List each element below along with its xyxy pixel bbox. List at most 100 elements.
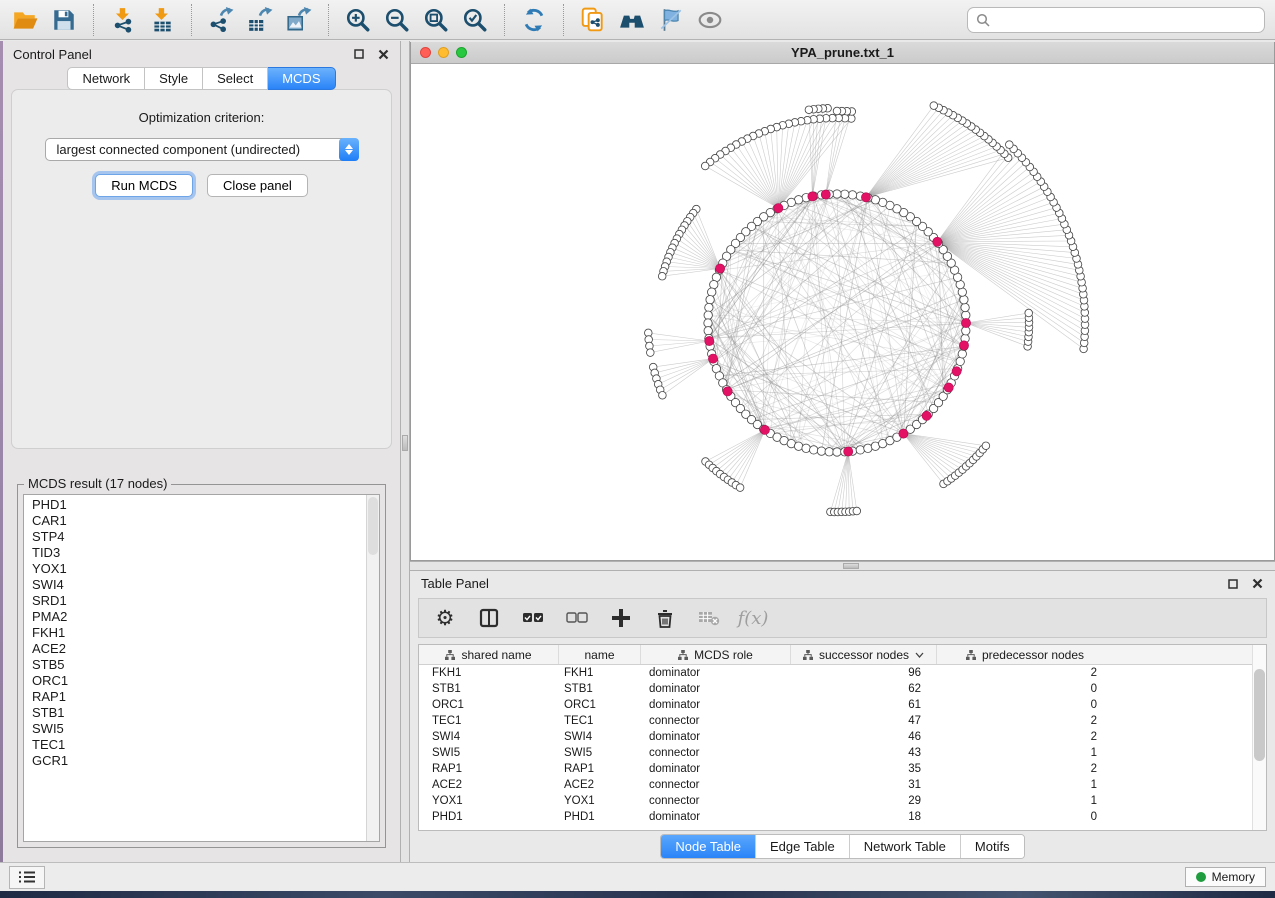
open-session-icon[interactable] [10,5,40,35]
save-session-icon[interactable] [49,5,79,35]
refresh-icon[interactable] [519,5,549,35]
splitter-grip[interactable] [402,435,408,451]
mcds-result-item[interactable]: STB5 [32,657,367,673]
search-input[interactable] [996,11,1256,28]
cell-mcds_role: dominator [641,683,791,695]
table-row[interactable]: YOX1YOX1connector291 [419,793,1266,809]
horizontal-splitter[interactable] [410,561,1275,571]
export-image-icon[interactable] [284,5,314,35]
preview-eye-icon[interactable] [695,5,725,35]
close-panel-icon[interactable] [376,47,390,61]
table-row[interactable]: SWI5SWI5connector431 [419,745,1266,761]
mcds-result-item[interactable]: FKH1 [32,625,367,641]
mcds-result-item[interactable]: STB1 [32,705,367,721]
clone-network-icon[interactable] [578,5,608,35]
tab-edge-table[interactable]: Edge Table [755,835,849,858]
mcds-result-item[interactable]: ORC1 [32,673,367,689]
mcds-result-item[interactable]: YOX1 [32,561,367,577]
splitter-grip[interactable] [843,563,859,569]
zoom-selected-icon[interactable] [460,5,490,35]
search-network-icon[interactable] [617,5,647,35]
tab-mcds[interactable]: MCDS [268,67,335,90]
table-row[interactable]: RAP1RAP1dominator352 [419,761,1266,777]
mcds-result-items: PHD1CAR1STP4TID3YOX1SWI4SRD1PMA2FKH1ACE2… [24,497,367,841]
zoom-in-icon[interactable] [343,5,373,35]
vertical-splitter[interactable] [400,41,410,862]
style-visibility-icon[interactable] [656,5,686,35]
settings-gear-icon[interactable]: ⚙ [433,606,457,630]
mcds-result-item[interactable]: SRD1 [32,593,367,609]
close-panel-button[interactable]: Close panel [207,174,308,197]
close-panel-icon[interactable] [1250,577,1264,591]
column-header-MCDS-role[interactable]: MCDS role [641,645,791,664]
mcds-result-item[interactable]: RAP1 [32,689,367,705]
mcds-result-item[interactable]: TEC1 [32,737,367,753]
mcds-result-item[interactable]: PMA2 [32,609,367,625]
memory-button[interactable]: Memory [1185,867,1266,887]
import-network-icon[interactable] [108,5,138,35]
minimize-window-icon[interactable] [438,47,449,58]
cell-name: STB1 [559,683,641,695]
column-header-shared-name[interactable]: shared name [419,645,559,664]
scrollbar-thumb[interactable] [1254,669,1265,761]
mcds-result-item[interactable]: TID3 [32,545,367,561]
tab-network[interactable]: Network [67,67,145,90]
task-history-button[interactable] [9,866,45,889]
mcds-result-item[interactable]: GCR1 [32,753,367,769]
mcds-result-item[interactable]: SWI4 [32,577,367,593]
mcds-result-item[interactable]: ACE2 [32,641,367,657]
add-column-icon[interactable] [609,606,633,630]
delete-column-icon[interactable] [653,606,677,630]
select-all-icon[interactable] [521,606,545,630]
global-search-field[interactable] [967,7,1265,33]
tab-style[interactable]: Style [145,67,203,90]
table-row[interactable]: PHD1PHD1dominator180 [419,809,1266,825]
zoom-fit-icon[interactable] [421,5,451,35]
table-row[interactable]: ORC1ORC1dominator610 [419,697,1266,713]
column-label: successor nodes [819,648,909,662]
mcds-result-item[interactable]: SWI5 [32,721,367,737]
table-row[interactable]: SWI4SWI4dominator462 [419,729,1266,745]
table-row[interactable]: TEC1TEC1connector472 [419,713,1266,729]
cell-mcds_role: dominator [641,763,791,775]
column-header-name[interactable]: name [559,645,641,664]
cell-successor_nodes: 46 [791,731,937,743]
mcds-result-scrollbar[interactable] [366,495,379,841]
cell-shared_name: ORC1 [419,699,559,711]
table-row[interactable]: STB1STB1dominator620 [419,681,1266,697]
float-panel-icon[interactable] [1226,577,1240,591]
table-row[interactable]: ACE2ACE2connector311 [419,777,1266,793]
tab-motifs[interactable]: Motifs [960,835,1024,858]
export-table-icon[interactable] [245,5,275,35]
tab-select[interactable]: Select [203,67,268,90]
maximize-window-icon[interactable] [456,47,467,58]
export-network-icon[interactable] [206,5,236,35]
column-header-predecessor-nodes[interactable]: predecessor nodes [937,645,1113,664]
application-window: Control Panel NetworkStyleSelectMCDS Opt… [0,0,1275,898]
network-view[interactable] [411,64,1274,560]
float-panel-icon[interactable] [352,47,366,61]
zoom-out-icon[interactable] [382,5,412,35]
mcds-result-item[interactable]: STP4 [32,529,367,545]
deselect-all-icon[interactable] [565,606,589,630]
criterion-dropdown[interactable]: largest connected component (undirected) [45,138,359,161]
mcds-result-item[interactable]: PHD1 [32,497,367,513]
cell-predecessor_nodes: 2 [937,715,1113,727]
tab-network-table[interactable]: Network Table [849,835,960,858]
cell-mcds_role: connector [641,747,791,759]
search-icon [976,13,990,27]
import-table-icon[interactable] [147,5,177,35]
dropdown-stepper-icon [339,138,359,161]
control-panel-header: Control Panel [3,41,400,67]
cell-successor_nodes: 43 [791,747,937,759]
tab-node-table[interactable]: Node Table [661,835,755,858]
run-mcds-button[interactable]: Run MCDS [95,174,193,197]
column-header-successor-nodes[interactable]: successor nodes [791,645,937,664]
mcds-result-list[interactable]: PHD1CAR1STP4TID3YOX1SWI4SRD1PMA2FKH1ACE2… [23,494,380,842]
mcds-result-item[interactable]: CAR1 [32,513,367,529]
split-columns-icon[interactable] [477,606,501,630]
close-window-icon[interactable] [420,47,431,58]
table-row[interactable]: FKH1FKH1dominator962 [419,665,1266,681]
toolbar-separator [93,4,94,36]
table-scrollbar[interactable] [1252,645,1266,830]
